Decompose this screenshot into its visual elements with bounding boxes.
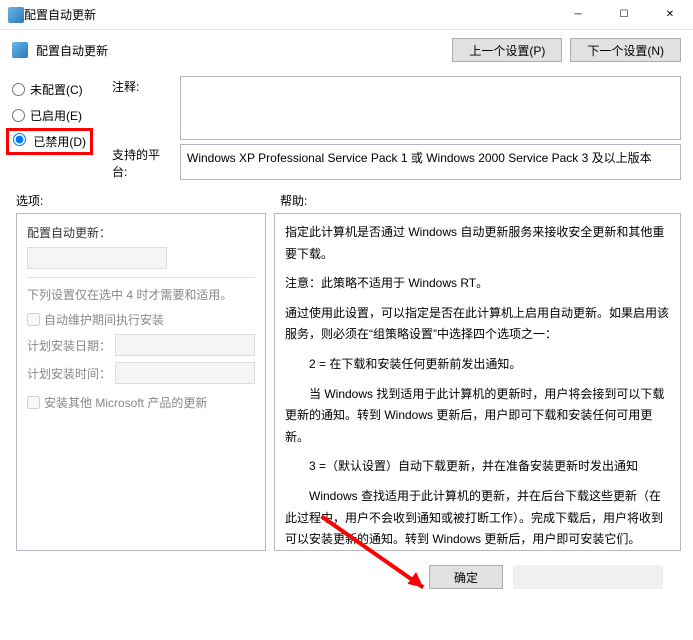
- opt-note: 下列设置仅在选中 4 时才需要和适用。: [27, 286, 255, 305]
- comment-textarea[interactable]: [180, 76, 681, 140]
- state-radio-group: 未配置(C) 已启用(E) 已禁用(D): [12, 76, 112, 180]
- help-p6: 3 =（默认设置）自动下载更新，并在准备安装更新时发出通知: [285, 456, 670, 478]
- chk-other-products-label: 安装其他 Microsoft 产品的更新: [44, 394, 207, 411]
- comment-label: 注释:: [112, 76, 174, 140]
- platform-label: 支持的平台:: [112, 144, 174, 180]
- obscured-buttons: [513, 565, 663, 589]
- chk-maintenance[interactable]: [27, 313, 40, 326]
- label-enabled: 已启用(E): [30, 107, 82, 124]
- options-panel: 配置自动更新： 下列设置仅在选中 4 时才需要和适用。 自动维护期间执行安装 计…: [16, 213, 266, 551]
- radio-enabled[interactable]: [12, 109, 25, 122]
- radio-disabled[interactable]: [13, 133, 26, 146]
- config-update-select[interactable]: [27, 247, 167, 269]
- previous-setting-button[interactable]: 上一个设置(P): [452, 38, 562, 62]
- sched-date-label: 计划安装日期：: [27, 337, 111, 354]
- next-setting-button[interactable]: 下一个设置(N): [570, 38, 681, 62]
- chk-other-products[interactable]: [27, 396, 40, 409]
- radio-not-configured[interactable]: [12, 83, 25, 96]
- window-controls: ─ ☐ ✕: [555, 0, 693, 29]
- help-p4: 2 = 在下载和安装任何更新前发出通知。: [285, 354, 670, 376]
- footer: 确定: [0, 561, 693, 589]
- minimize-button[interactable]: ─: [555, 0, 601, 29]
- help-p5: 当 Windows 找到适用于此计算机的更新时，用户将会接到可以下载更新的通知。…: [285, 384, 670, 449]
- maximize-button[interactable]: ☐: [601, 0, 647, 29]
- chk-maintenance-label: 自动维护期间执行安装: [44, 311, 164, 328]
- highlight-disabled: 已禁用(D): [6, 128, 93, 155]
- help-label: 帮助:: [280, 192, 307, 209]
- sched-time-select[interactable]: [115, 362, 255, 384]
- header-row: 配置自动更新 上一个设置(P) 下一个设置(N): [0, 30, 693, 70]
- titlebar: 配置自动更新 ─ ☐ ✕: [0, 0, 693, 30]
- help-panel: 指定此计算机是否通过 Windows 自动更新服务来接收安全更新和其他重要下载。…: [274, 213, 681, 551]
- label-disabled: 已禁用(D): [33, 135, 86, 149]
- label-not-configured: 未配置(C): [30, 81, 83, 98]
- policy-icon: [12, 42, 28, 58]
- help-p3: 通过使用此设置，可以指定是否在此计算机上启用自动更新。如果启用该服务，则必须在“…: [285, 303, 670, 346]
- close-button[interactable]: ✕: [647, 0, 693, 29]
- opt-title: 配置自动更新：: [27, 224, 255, 241]
- help-p2: 注意：此策略不适用于 Windows RT。: [285, 273, 670, 295]
- options-label: 选项:: [16, 192, 280, 209]
- sched-date-select[interactable]: [115, 334, 255, 356]
- help-p1: 指定此计算机是否通过 Windows 自动更新服务来接收安全更新和其他重要下载。: [285, 222, 670, 265]
- policy-subtitle: 配置自动更新: [36, 42, 444, 59]
- policy-icon: [8, 7, 24, 23]
- supported-platforms: Windows XP Professional Service Pack 1 或…: [180, 144, 681, 180]
- sched-time-label: 计划安装时间：: [27, 365, 111, 382]
- window-title: 配置自动更新: [24, 6, 555, 23]
